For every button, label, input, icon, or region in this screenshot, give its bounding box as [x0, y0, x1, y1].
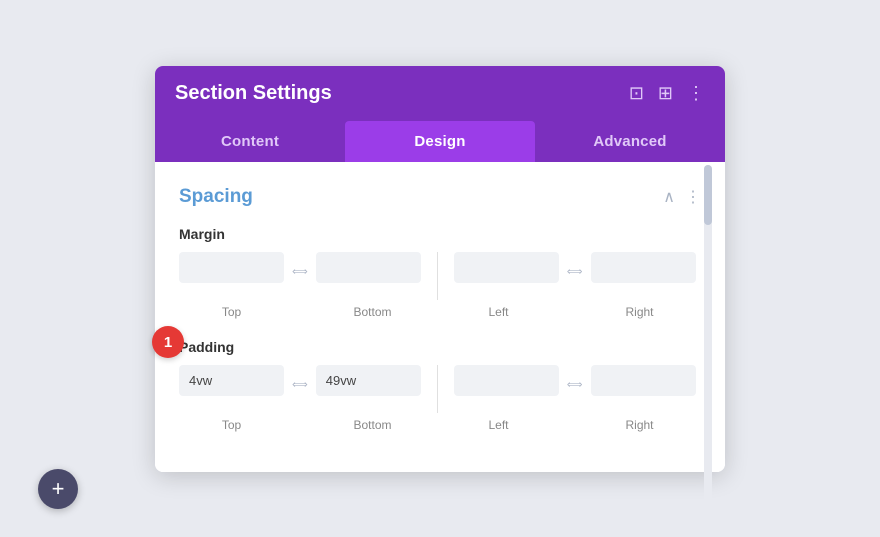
padding-right-unit: [591, 365, 696, 396]
padding-left-input[interactable]: [454, 365, 559, 396]
tab-advanced[interactable]: Advanced: [535, 121, 725, 162]
margin-right-label: Right: [587, 305, 692, 319]
padding-divider: [437, 365, 438, 413]
fab-button[interactable]: +: [38, 469, 78, 509]
margin-bottom-unit: [316, 252, 421, 283]
tabs: Content Design Advanced: [155, 121, 725, 162]
spacing-more-icon[interactable]: ⋮: [685, 187, 701, 207]
margin-top-input[interactable]: [179, 252, 284, 283]
padding-bottom-unit: [316, 365, 421, 396]
padding-right-half: ⟺: [454, 365, 696, 396]
margin-label: Margin: [179, 226, 701, 242]
margin-inputs-row: ⟺ ⟺: [179, 252, 701, 300]
padding-right-input[interactable]: [591, 365, 696, 396]
tab-content[interactable]: Content: [155, 121, 345, 162]
margin-top-toggle[interactable]: ⟺: [290, 265, 310, 278]
step-badge: 1: [152, 326, 184, 358]
spacing-title: Spacing: [179, 186, 253, 208]
margin-left-label: Left: [446, 305, 551, 319]
padding-right-label: Right: [587, 418, 692, 432]
padding-left-label: Left: [446, 418, 551, 432]
padding-left-half: ⟺: [179, 365, 421, 396]
padding-top-label: Top: [179, 418, 284, 432]
margin-left-input[interactable]: [454, 252, 559, 283]
padding-labels: Top Bottom Left Right: [179, 418, 701, 432]
expand-icon[interactable]: ⊡: [629, 84, 644, 102]
more-icon[interactable]: ⋮: [687, 84, 705, 102]
margin-divider: [437, 252, 438, 300]
margin-bottom-label: Bottom: [320, 305, 425, 319]
fab-plus-icon: +: [52, 478, 65, 500]
badge-number: 1: [164, 334, 172, 351]
margin-top-unit: [179, 252, 284, 283]
padding-top-toggle[interactable]: ⟺: [290, 378, 310, 391]
scrollbar-thumb[interactable]: [704, 165, 712, 225]
margin-left-toggle[interactable]: ⟺: [565, 265, 585, 278]
margin-labels: Top Bottom Left Right: [179, 305, 701, 319]
margin-group: Margin ⟺ ⟺: [179, 226, 701, 319]
collapse-icon[interactable]: ∧: [663, 187, 675, 207]
panel-title: Section Settings: [175, 82, 332, 105]
section-settings-panel: Section Settings ⊡ ⊞ ⋮ Content Design Ad…: [155, 66, 725, 472]
spacing-header-icons: ∧ ⋮: [663, 187, 701, 207]
scrollbar-track[interactable]: [704, 165, 712, 525]
panel-body: Spacing ∧ ⋮ Margin ⟺: [155, 162, 725, 472]
padding-group: Padding ⟺ ⟺: [179, 339, 701, 432]
margin-right-half: ⟺: [454, 252, 696, 283]
padding-top-unit: [179, 365, 284, 396]
padding-top-input[interactable]: [179, 365, 284, 396]
header-icons: ⊡ ⊞ ⋮: [629, 84, 705, 102]
margin-right-input[interactable]: [591, 252, 696, 283]
tab-design[interactable]: Design: [345, 121, 535, 162]
margin-left-half: ⟺: [179, 252, 421, 283]
spacing-section-header: Spacing ∧ ⋮: [179, 186, 701, 208]
panel-header: Section Settings ⊡ ⊞ ⋮: [155, 66, 725, 121]
margin-bottom-input[interactable]: [316, 252, 421, 283]
padding-inputs-row: ⟺ ⟺: [179, 365, 701, 413]
padding-label: Padding: [179, 339, 701, 355]
columns-icon[interactable]: ⊞: [658, 84, 673, 102]
padding-bottom-label: Bottom: [320, 418, 425, 432]
padding-bottom-input[interactable]: [316, 365, 421, 396]
margin-right-unit: [591, 252, 696, 283]
padding-left-unit: [454, 365, 559, 396]
margin-left-unit: [454, 252, 559, 283]
padding-left-toggle[interactable]: ⟺: [565, 378, 585, 391]
margin-top-label: Top: [179, 305, 284, 319]
